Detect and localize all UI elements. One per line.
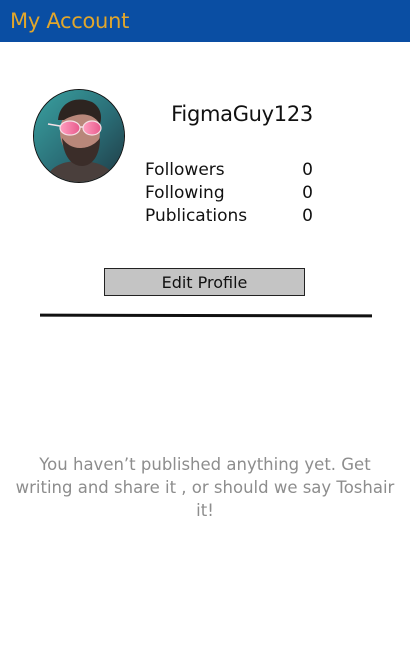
avatar[interactable] [33, 89, 125, 183]
edit-profile-button[interactable]: Edit Profile [104, 268, 305, 296]
stat-value: 0 [302, 206, 313, 226]
stat-publications[interactable]: Publications 0 [145, 205, 313, 228]
page-title: My Account [10, 9, 130, 33]
stat-value: 0 [302, 160, 313, 180]
stat-label: Publications [145, 206, 248, 226]
empty-publications-message: You haven’t published anything yet. Get … [15, 455, 395, 520]
stat-value: 0 [302, 183, 313, 203]
profile-stats: Followers 0 Following 0 Publications 0 [145, 159, 313, 228]
stat-label: Following [145, 183, 225, 203]
app-bar: My Account [0, 0, 410, 42]
stat-following[interactable]: Following 0 [145, 182, 313, 205]
username: FigmaGuy123 [171, 102, 313, 126]
stat-label: Followers [145, 160, 225, 180]
avatar-photo-icon [34, 90, 124, 182]
stat-followers[interactable]: Followers 0 [145, 159, 313, 182]
divider [39, 313, 373, 318]
